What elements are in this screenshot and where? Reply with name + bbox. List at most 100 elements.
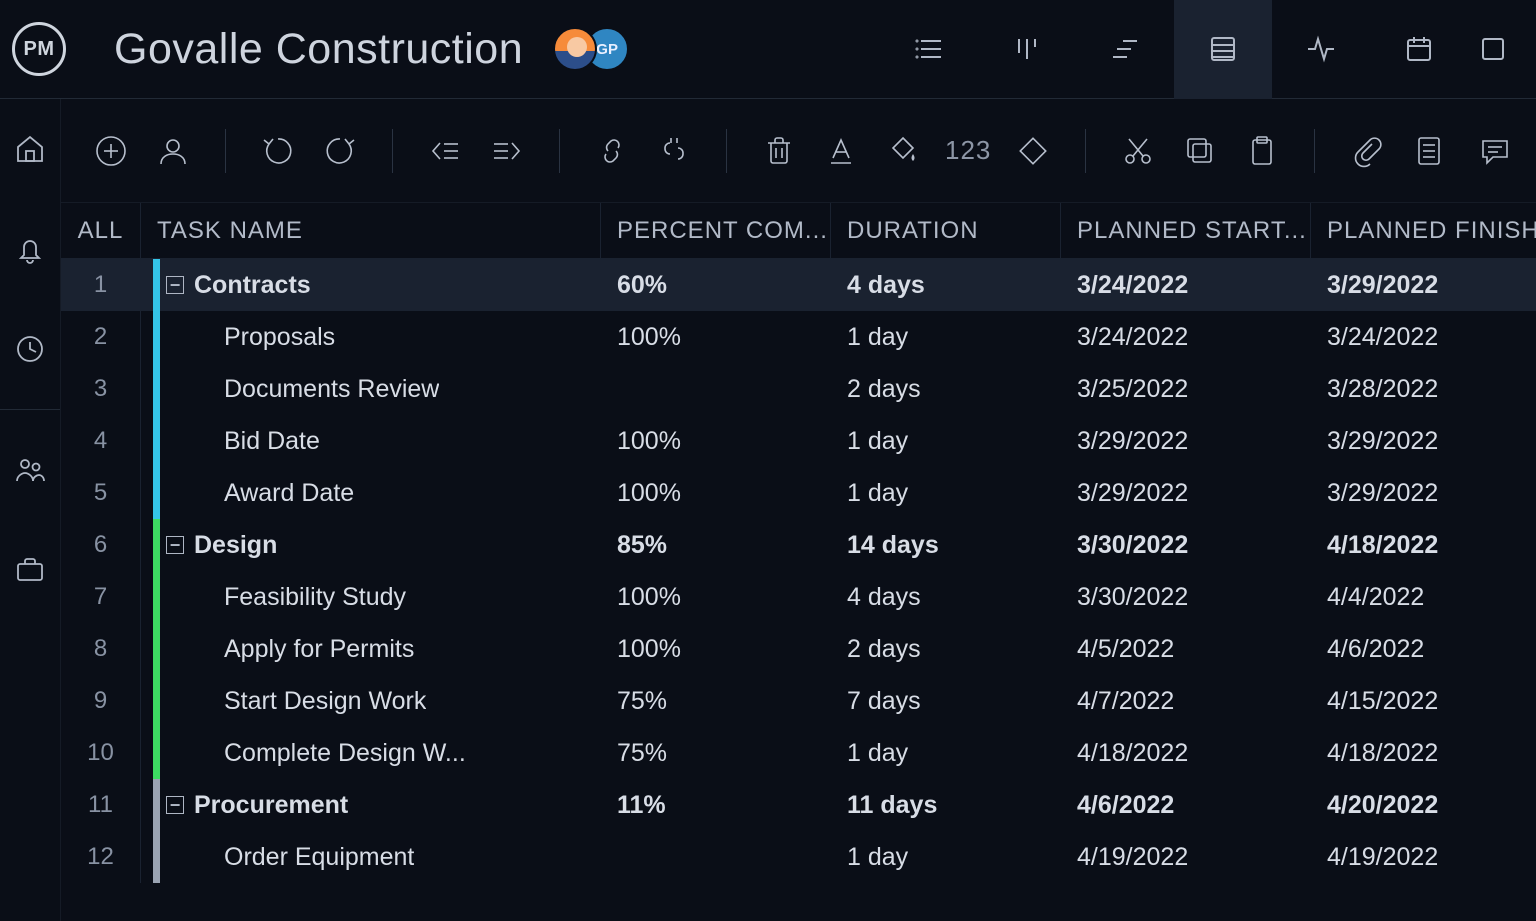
task-name-cell[interactable]: Documents Review: [141, 363, 601, 415]
task-name-cell[interactable]: Start Design Work: [141, 675, 601, 727]
task-row[interactable]: 9Start Design Work75%7 days4/7/20224/15/…: [61, 675, 1536, 727]
cell-duration[interactable]: 4 days: [831, 571, 1061, 623]
sidebar-team-icon[interactable]: [10, 450, 50, 490]
task-name-cell[interactable]: −Design: [141, 519, 601, 571]
cell-duration[interactable]: 1 day: [831, 415, 1061, 467]
cell-percent[interactable]: 75%: [601, 727, 831, 779]
cell-duration[interactable]: 1 day: [831, 727, 1061, 779]
cell-finish[interactable]: 4/15/2022: [1311, 675, 1536, 727]
cell-duration[interactable]: 2 days: [831, 363, 1061, 415]
link-icon[interactable]: [592, 131, 632, 171]
cell-percent[interactable]: 75%: [601, 675, 831, 727]
cell-start[interactable]: 4/5/2022: [1061, 623, 1311, 675]
col-header-planned-start[interactable]: PLANNED START...: [1061, 203, 1311, 259]
col-header-taskname[interactable]: TASK NAME: [141, 203, 601, 259]
cell-start[interactable]: 3/29/2022: [1061, 467, 1311, 519]
task-row[interactable]: 11−Procurement11%11 days4/6/20224/20/202…: [61, 779, 1536, 831]
attachment-icon[interactable]: [1347, 131, 1387, 171]
task-name-cell[interactable]: Complete Design W...: [141, 727, 601, 779]
row-number[interactable]: 5: [61, 467, 141, 519]
task-name-cell[interactable]: Order Equipment: [141, 831, 601, 883]
view-gantt-icon[interactable]: [1076, 0, 1174, 99]
row-number[interactable]: 3: [61, 363, 141, 415]
sidebar-portfolio-icon[interactable]: [10, 550, 50, 590]
cell-percent[interactable]: 100%: [601, 415, 831, 467]
row-number[interactable]: 11: [61, 779, 141, 831]
row-number[interactable]: 6: [61, 519, 141, 571]
view-activity-icon[interactable]: [1272, 0, 1370, 99]
task-name-cell[interactable]: −Procurement: [141, 779, 601, 831]
cell-finish[interactable]: 3/29/2022: [1311, 415, 1536, 467]
cell-finish[interactable]: 4/4/2022: [1311, 571, 1536, 623]
cell-duration[interactable]: 1 day: [831, 467, 1061, 519]
cell-finish[interactable]: 4/18/2022: [1311, 727, 1536, 779]
task-row[interactable]: 7Feasibility Study100%4 days3/30/20224/4…: [61, 571, 1536, 623]
collapse-icon[interactable]: −: [166, 536, 184, 554]
row-number[interactable]: 9: [61, 675, 141, 727]
avatar-user-icon[interactable]: [553, 27, 597, 71]
cell-start[interactable]: 4/6/2022: [1061, 779, 1311, 831]
indent-icon[interactable]: [487, 131, 527, 171]
task-row[interactable]: 2Proposals100%1 day3/24/20223/24/2022: [61, 311, 1536, 363]
cell-finish[interactable]: 4/6/2022: [1311, 623, 1536, 675]
app-logo[interactable]: PM: [12, 22, 66, 76]
task-row[interactable]: 3Documents Review 2 days3/25/20223/28/202…: [61, 363, 1536, 415]
cell-finish[interactable]: 3/29/2022: [1311, 467, 1536, 519]
cell-duration[interactable]: 1 day: [831, 831, 1061, 883]
cell-start[interactable]: 3/24/2022: [1061, 311, 1311, 363]
task-row[interactable]: 10Complete Design W...75%1 day4/18/20224…: [61, 727, 1536, 779]
assign-user-icon[interactable]: [153, 131, 193, 171]
collapse-icon[interactable]: −: [166, 276, 184, 294]
cell-start[interactable]: 3/29/2022: [1061, 415, 1311, 467]
task-name-cell[interactable]: Apply for Permits: [141, 623, 601, 675]
task-name-cell[interactable]: Bid Date: [141, 415, 601, 467]
cell-start[interactable]: 4/18/2022: [1061, 727, 1311, 779]
cell-percent[interactable]: 11%: [601, 779, 831, 831]
cell-percent[interactable]: 100%: [601, 467, 831, 519]
cell-finish[interactable]: 3/24/2022: [1311, 311, 1536, 363]
task-name-cell[interactable]: Award Date: [141, 467, 601, 519]
view-calendar-icon[interactable]: [1370, 0, 1468, 99]
cell-start[interactable]: 3/30/2022: [1061, 519, 1311, 571]
task-row[interactable]: 12Order Equipment1 day4/19/20224/19/2022: [61, 831, 1536, 883]
redo-icon[interactable]: [320, 131, 360, 171]
sidebar-notifications-icon[interactable]: [10, 229, 50, 269]
cell-duration[interactable]: 11 days: [831, 779, 1061, 831]
cell-start[interactable]: 3/24/2022: [1061, 259, 1311, 311]
fill-color-icon[interactable]: [883, 131, 923, 171]
row-number[interactable]: 4: [61, 415, 141, 467]
row-number[interactable]: 12: [61, 831, 141, 883]
cell-start[interactable]: 3/25/2022: [1061, 363, 1311, 415]
view-sheet-icon[interactable]: [1174, 0, 1272, 99]
view-more-icon[interactable]: [1468, 0, 1518, 99]
task-row[interactable]: 8Apply for Permits100%2 days4/5/20224/6/…: [61, 623, 1536, 675]
col-header-all[interactable]: ALL: [61, 203, 141, 259]
copy-icon[interactable]: [1180, 131, 1220, 171]
notes-icon[interactable]: [1409, 131, 1449, 171]
project-title[interactable]: Govalle Construction: [114, 25, 523, 74]
cell-percent[interactable]: [601, 831, 831, 883]
paste-icon[interactable]: [1242, 131, 1282, 171]
view-list-icon[interactable]: [880, 0, 978, 99]
sidebar-home-icon[interactable]: [10, 129, 50, 169]
row-number[interactable]: 7: [61, 571, 141, 623]
milestone-icon[interactable]: [1013, 131, 1053, 171]
cell-percent[interactable]: [601, 363, 831, 415]
cut-icon[interactable]: [1118, 131, 1158, 171]
task-row[interactable]: 4Bid Date100%1 day3/29/20223/29/2022: [61, 415, 1536, 467]
task-name-cell[interactable]: Proposals: [141, 311, 601, 363]
unlink-icon[interactable]: [654, 131, 694, 171]
collapse-icon[interactable]: −: [166, 796, 184, 814]
row-number[interactable]: 2: [61, 311, 141, 363]
cell-start[interactable]: 3/30/2022: [1061, 571, 1311, 623]
task-row[interactable]: 5Award Date100%1 day3/29/20223/29/2022: [61, 467, 1536, 519]
undo-icon[interactable]: [258, 131, 298, 171]
cell-finish[interactable]: 4/18/2022: [1311, 519, 1536, 571]
cell-duration[interactable]: 1 day: [831, 311, 1061, 363]
cell-finish[interactable]: 3/28/2022: [1311, 363, 1536, 415]
cell-percent[interactable]: 100%: [601, 623, 831, 675]
task-row[interactable]: 1−Contracts60%4 days3/24/20223/29/2022: [61, 259, 1536, 311]
col-header-percent[interactable]: PERCENT COM...: [601, 203, 831, 259]
avatar-stack[interactable]: GP: [553, 27, 629, 71]
row-number[interactable]: 8: [61, 623, 141, 675]
